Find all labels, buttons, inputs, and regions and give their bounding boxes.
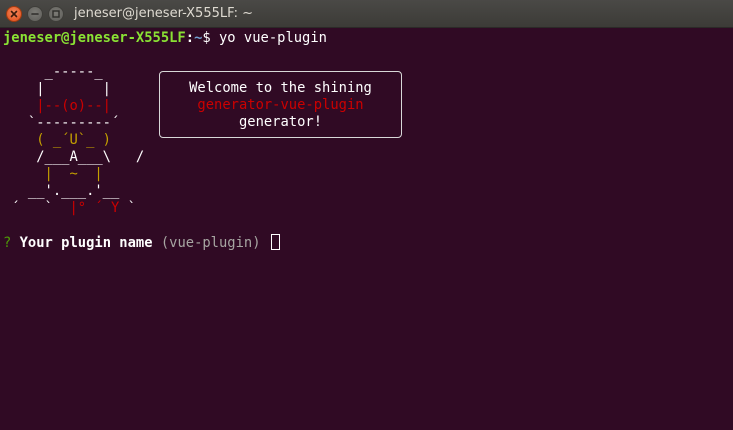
maximize-button[interactable] [48, 6, 64, 22]
ascii-art-line-4: `---------´ [3, 115, 120, 131]
ascii-art-face: |--(o)--| [36, 98, 111, 114]
close-icon [10, 10, 18, 18]
terminal-output[interactable]: jeneser@jeneser-X555LF:~$ yo vue-plugin … [0, 28, 733, 430]
question-line: ? Your plugin name (vue-plugin) [3, 234, 280, 251]
welcome-line-3: generator! [238, 114, 323, 130]
ascii-art-feet-right: ` [127, 200, 145, 216]
question-marker: ? [3, 235, 12, 251]
welcome-generator-name: generator-vue-plugin [197, 97, 364, 113]
question-label: Your plugin name [19, 235, 153, 251]
ascii-art-line-3: |--(o)--| [3, 98, 111, 115]
ascii-art-indent [3, 98, 36, 114]
ascii-art-line-6: /___A___\ / [3, 149, 145, 165]
ascii-art-legs: |° [61, 200, 95, 216]
ascii-art-line-2: | | [3, 81, 111, 97]
ascii-art-line-5: ( _´U`_ ) [3, 132, 111, 148]
command-text: yo vue-plugin [210, 30, 327, 46]
prompt-separator: : [185, 30, 195, 46]
title-bar[interactable]: jeneser@jeneser-X555LF: ~ [0, 0, 733, 28]
question-default-value: (vue-plugin) [160, 235, 261, 251]
command-line: jeneser@jeneser-X555LF:~$ yo vue-plugin [3, 30, 327, 47]
maximize-icon [52, 10, 60, 18]
window-title: jeneser@jeneser-X555LF: ~ [74, 6, 253, 21]
ascii-art-line-7: | ~ | [3, 166, 103, 182]
welcome-message-box: Welcome to the shining generator-vue-plu… [159, 71, 402, 138]
welcome-line-1: Welcome to the shining [189, 80, 372, 96]
minimize-icon [31, 13, 39, 15]
close-button[interactable] [6, 6, 22, 22]
ascii-art-feet-left: ´ ` [3, 200, 62, 216]
prompt-user-host: jeneser@jeneser-X555LF [3, 30, 186, 46]
ascii-art-tail: ´ Y [94, 200, 128, 216]
text-cursor[interactable] [270, 234, 280, 250]
minimize-button[interactable] [27, 6, 43, 22]
prompt-symbol: $ [202, 30, 211, 46]
terminal-window: jeneser@jeneser-X555LF: ~ jeneser@jenese… [0, 0, 733, 430]
ascii-art-line-9: ´ ` |° ´ Y ` [3, 200, 144, 217]
ascii-art-line-8: __'.___.'__ [3, 183, 120, 199]
ascii-art-line-1: _-----_ [3, 64, 103, 80]
